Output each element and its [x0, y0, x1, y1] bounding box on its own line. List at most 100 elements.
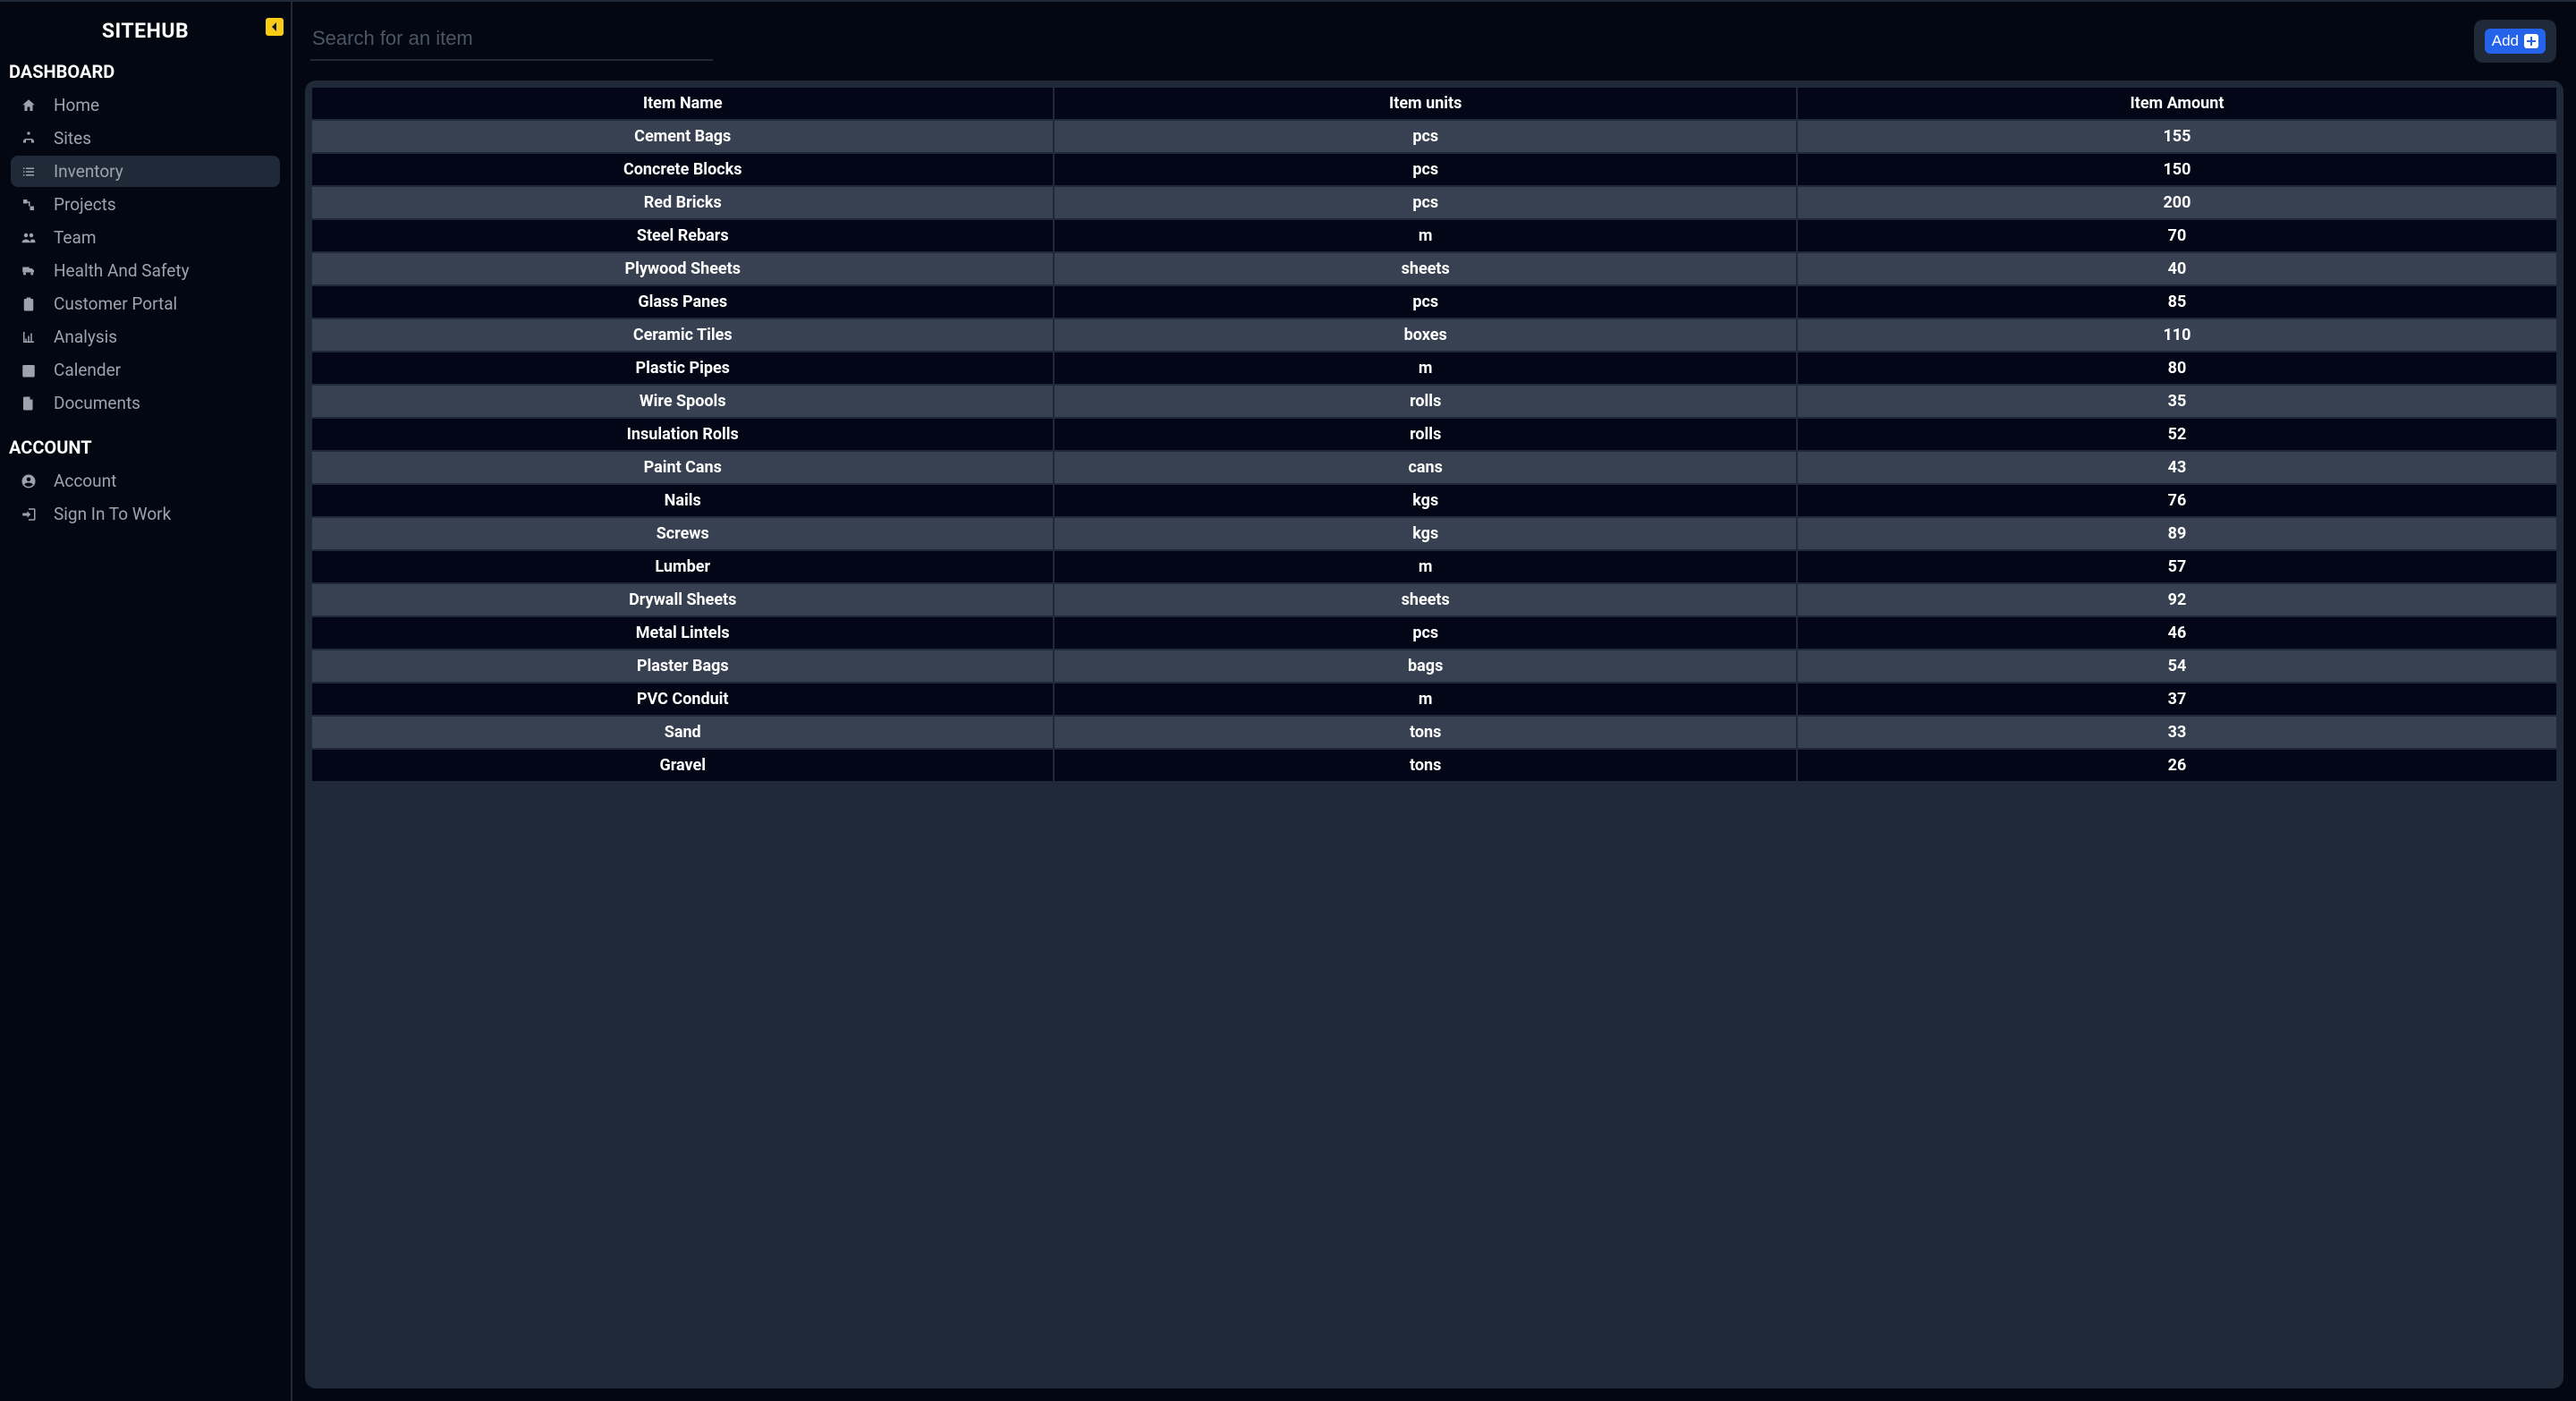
cell-name: Gravel: [312, 750, 1055, 783]
table-row[interactable]: Insulation Rollsrolls52: [312, 419, 2556, 452]
table-row[interactable]: Graveltons26: [312, 750, 2556, 783]
users-icon: [20, 229, 38, 247]
table-row[interactable]: Steel Rebarsm70: [312, 220, 2556, 253]
cell-units: rolls: [1055, 419, 1797, 452]
cell-amount: 80: [1798, 352, 2556, 386]
table-row[interactable]: Red Brickspcs200: [312, 187, 2556, 220]
cell-name: Lumber: [312, 551, 1055, 584]
cell-name: PVC Conduit: [312, 684, 1055, 717]
sidebar-item-inventory[interactable]: Inventory: [11, 156, 280, 187]
table-row[interactable]: Screwskgs89: [312, 518, 2556, 551]
sidebar-collapse-button[interactable]: [266, 18, 284, 36]
home-icon: [20, 97, 38, 115]
cell-units: pcs: [1055, 154, 1797, 187]
signin-icon: [20, 505, 38, 523]
cell-amount: 37: [1798, 684, 2556, 717]
table-row[interactable]: Lumberm57: [312, 551, 2556, 584]
add-button[interactable]: Add: [2485, 29, 2546, 54]
cell-amount: 155: [1798, 121, 2556, 154]
cell-amount: 35: [1798, 386, 2556, 419]
table-row[interactable]: Metal Lintelspcs46: [312, 617, 2556, 650]
cell-units: kgs: [1055, 485, 1797, 518]
table-row[interactable]: Wire Spoolsrolls35: [312, 386, 2556, 419]
table-row[interactable]: Drywall Sheetssheets92: [312, 584, 2556, 617]
brand-title: SITEHUB: [102, 19, 189, 43]
sidebar-item-home[interactable]: Home: [11, 89, 280, 121]
cell-amount: 70: [1798, 220, 2556, 253]
diagram-icon: [20, 196, 38, 214]
sidebar-item-signin[interactable]: Sign In To Work: [11, 498, 280, 530]
cell-amount: 57: [1798, 551, 2556, 584]
cell-units: pcs: [1055, 286, 1797, 319]
cell-units: kgs: [1055, 518, 1797, 551]
cell-units: rolls: [1055, 386, 1797, 419]
table-row[interactable]: Ceramic Tilesboxes110: [312, 319, 2556, 352]
table-row[interactable]: Nailskgs76: [312, 485, 2556, 518]
search-input[interactable]: [310, 21, 713, 61]
clipboard-icon: [20, 295, 38, 313]
sidebar-item-health-safety[interactable]: Health And Safety: [11, 255, 280, 286]
table-row[interactable]: Plywood Sheetssheets40: [312, 253, 2556, 286]
cell-units: pcs: [1055, 121, 1797, 154]
col-item-units[interactable]: Item units: [1055, 88, 1797, 121]
sidebar-item-label: Customer Portal: [54, 293, 177, 314]
list-icon: [20, 163, 38, 181]
cell-units: cans: [1055, 452, 1797, 485]
cell-name: Insulation Rolls: [312, 419, 1055, 452]
cell-amount: 89: [1798, 518, 2556, 551]
topbar: Add: [292, 2, 2576, 81]
sidebar-item-calender[interactable]: Calender: [11, 354, 280, 386]
search-wrap: [310, 21, 713, 61]
sidebar-item-sites[interactable]: Sites: [11, 123, 280, 154]
table-row[interactable]: Paint Canscans43: [312, 452, 2556, 485]
cell-units: m: [1055, 220, 1797, 253]
user-circle-icon: [20, 472, 38, 490]
sidebar-item-documents[interactable]: Documents: [11, 387, 280, 419]
cell-name: Metal Lintels: [312, 617, 1055, 650]
file-icon: [20, 395, 38, 412]
sidebar-item-label: Account: [54, 471, 116, 491]
cell-units: sheets: [1055, 253, 1797, 286]
calendar-icon: [20, 361, 38, 379]
cell-name: Plaster Bags: [312, 650, 1055, 684]
table-row[interactable]: Plaster Bagsbags54: [312, 650, 2556, 684]
section-dashboard-title: DASHBOARD: [7, 55, 284, 89]
cell-amount: 26: [1798, 750, 2556, 783]
col-item-amount[interactable]: Item Amount: [1798, 88, 2556, 121]
cell-amount: 33: [1798, 717, 2556, 750]
table-row[interactable]: Glass Panespcs85: [312, 286, 2556, 319]
sidebar-item-analysis[interactable]: Analysis: [11, 321, 280, 352]
sidebar-item-customer-portal[interactable]: Customer Portal: [11, 288, 280, 319]
cell-amount: 46: [1798, 617, 2556, 650]
sidebar-item-team[interactable]: Team: [11, 222, 280, 253]
section-account-title: ACCOUNT: [7, 431, 284, 465]
table-row[interactable]: Cement Bagspcs155: [312, 121, 2556, 154]
sidebar-item-account[interactable]: Account: [11, 465, 280, 497]
cell-name: Red Bricks: [312, 187, 1055, 220]
cell-amount: 76: [1798, 485, 2556, 518]
cell-amount: 40: [1798, 253, 2556, 286]
cell-name: Nails: [312, 485, 1055, 518]
cell-name: Sand: [312, 717, 1055, 750]
table-row[interactable]: Sandtons33: [312, 717, 2556, 750]
table-row[interactable]: Plastic Pipesm80: [312, 352, 2556, 386]
add-button-panel: Add: [2474, 20, 2556, 63]
sidebar-item-label: Sites: [54, 128, 91, 149]
cell-name: Plywood Sheets: [312, 253, 1055, 286]
sidebar-item-projects[interactable]: Projects: [11, 189, 280, 220]
nav-group: Home Sites Inventory Projects TeamHealth And…: [7, 89, 284, 419]
cell-units: boxes: [1055, 319, 1797, 352]
cell-units: pcs: [1055, 187, 1797, 220]
cell-amount: 52: [1798, 419, 2556, 452]
table-row[interactable]: PVC Conduitm37: [312, 684, 2556, 717]
sidebar-item-label: Projects: [54, 194, 116, 215]
chart-icon: [20, 328, 38, 346]
col-item-name[interactable]: Item Name: [312, 88, 1055, 121]
cell-name: Paint Cans: [312, 452, 1055, 485]
table-row[interactable]: Concrete Blockspcs150: [312, 154, 2556, 187]
cell-name: Drywall Sheets: [312, 584, 1055, 617]
cell-units: tons: [1055, 717, 1797, 750]
cell-amount: 43: [1798, 452, 2556, 485]
cell-units: bags: [1055, 650, 1797, 684]
sidebar-item-label: Home: [54, 95, 99, 115]
